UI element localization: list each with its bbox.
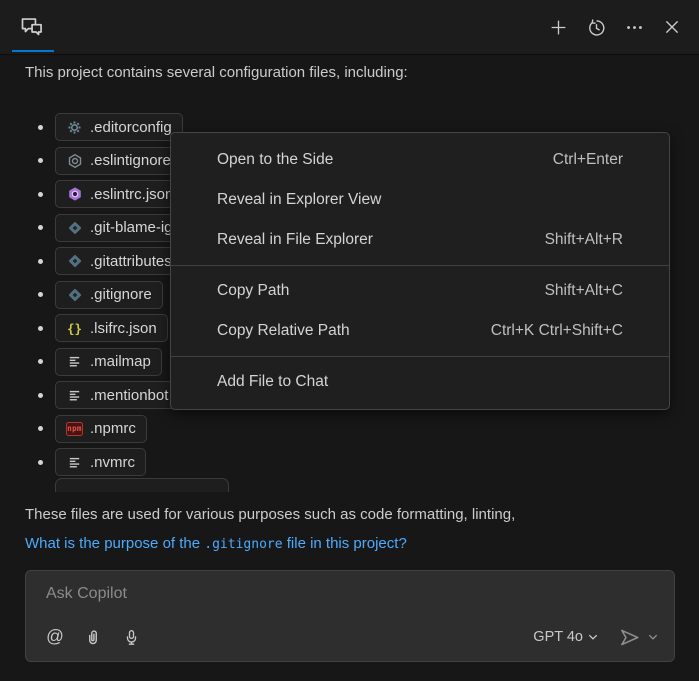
model-picker[interactable]: GPT 4o — [533, 629, 598, 645]
close-button[interactable] — [659, 14, 685, 40]
json-icon: {} — [66, 320, 83, 337]
file-chip-label: .editorconfig — [90, 119, 172, 136]
new-chat-button[interactable] — [545, 14, 571, 40]
gear-icon — [66, 119, 83, 136]
text-file-icon — [66, 353, 83, 370]
bullet-dot — [25, 292, 55, 297]
file-chip-npmrc[interactable]: npm .npmrc — [55, 415, 147, 443]
microphone-icon — [123, 629, 140, 646]
send-icon — [618, 626, 641, 649]
bullet-dot — [25, 158, 55, 163]
chat-input-placeholder: Ask Copilot — [46, 585, 127, 603]
file-chip-label: .eslintrc.json — [90, 186, 173, 203]
chevron-down-icon — [648, 633, 658, 641]
file-chip-label: .nvmrc — [90, 454, 135, 471]
file-chip-gitattributes[interactable]: .gitattributes — [55, 247, 183, 275]
file-chip-editorconfig[interactable]: .editorconfig — [55, 113, 183, 141]
send-button[interactable] — [618, 626, 641, 649]
tab-copilot-chat[interactable] — [14, 0, 49, 54]
bullet-dot — [25, 460, 55, 465]
assistant-message-outro: These files are used for various purpose… — [25, 504, 685, 526]
file-chip-label: .gitignore — [90, 286, 152, 303]
copilot-chat-icon — [18, 14, 45, 41]
bullet-dot — [25, 225, 55, 230]
menu-item-add-file-to-chat[interactable]: Add File to Chat — [171, 362, 669, 402]
file-chip-mentionbot[interactable]: .mentionbot — [55, 381, 179, 409]
more-actions-button[interactable] — [621, 14, 647, 40]
inline-code-gitignore: .gitignore — [204, 537, 282, 552]
ellipsis-icon — [625, 18, 644, 37]
text-file-icon — [66, 387, 83, 404]
bullet-dot — [25, 192, 55, 197]
send-button-group — [618, 626, 658, 649]
bullet-dot — [25, 426, 55, 431]
file-chip-partial — [55, 478, 229, 492]
file-chip-mailmap[interactable]: .mailmap — [55, 348, 162, 376]
followup-suggestion-link[interactable]: What is the purpose of the .gitignore fi… — [25, 535, 407, 552]
eslint-gray-icon — [66, 152, 83, 169]
file-chip-label: .eslintignore — [90, 152, 171, 169]
attach-file-button[interactable] — [78, 623, 108, 651]
file-chip-lsifrc-json[interactable]: {} .lsifrc.json — [55, 314, 168, 342]
menu-item-copy-relative-path[interactable]: Copy Relative Path Ctrl+K Ctrl+Shift+C — [171, 311, 669, 351]
file-chip-label: .npmrc — [90, 420, 136, 437]
file-chip-label: .mentionbot — [90, 387, 168, 404]
titlebar-actions — [545, 14, 685, 40]
npm-icon: npm — [66, 420, 83, 437]
chat-input-toolbar: @ GPT 4o — [40, 622, 658, 652]
menu-item-reveal-in-explorer-view[interactable]: Reveal in Explorer View — [171, 180, 669, 220]
eslint-purple-icon — [66, 186, 83, 203]
file-chip-label: .mailmap — [90, 353, 151, 370]
git-file-icon — [66, 286, 83, 303]
list-item: .nvmrc — [25, 448, 214, 476]
shortcut-label: Shift+Alt+C — [545, 282, 623, 300]
bullet-dot — [25, 326, 55, 331]
bullet-dot — [25, 359, 55, 364]
chat-input[interactable]: Ask Copilot @ GPT 4o — [25, 570, 675, 662]
file-chip-eslintignore[interactable]: .eslintignore — [55, 147, 182, 175]
assistant-message-intro: This project contains several configurat… — [25, 62, 685, 84]
git-file-icon — [66, 219, 83, 236]
model-picker-label: GPT 4o — [533, 629, 583, 645]
file-chip-label: .lsifrc.json — [90, 320, 157, 337]
menu-separator — [171, 356, 669, 357]
plus-icon — [549, 18, 568, 37]
file-chip-label: .gitattributes — [90, 253, 172, 270]
paperclip-icon — [84, 628, 102, 646]
at-icon: @ — [46, 628, 64, 646]
send-options-button[interactable] — [648, 633, 658, 641]
menu-item-open-to-side[interactable]: Open to the Side Ctrl+Enter — [171, 140, 669, 180]
file-chip-gitignore[interactable]: .gitignore — [55, 281, 163, 309]
mention-context-button[interactable]: @ — [40, 623, 70, 651]
close-icon — [663, 18, 681, 36]
voice-input-button[interactable] — [116, 623, 146, 651]
git-file-icon — [66, 253, 83, 270]
bullet-dot — [25, 393, 55, 398]
history-button[interactable] — [583, 14, 609, 40]
menu-item-copy-path[interactable]: Copy Path Shift+Alt+C — [171, 271, 669, 311]
bullet-dot — [25, 259, 55, 264]
shortcut-label: Ctrl+Enter — [553, 151, 623, 169]
active-tab-indicator — [12, 50, 54, 53]
list-item: npm .npmrc — [25, 415, 214, 443]
file-chip-nvmrc[interactable]: .nvmrc — [55, 448, 146, 476]
history-icon — [587, 18, 606, 37]
shortcut-label: Ctrl+K Ctrl+Shift+C — [491, 322, 623, 340]
file-chip-eslintrc-json[interactable]: .eslintrc.json — [55, 180, 184, 208]
text-file-icon — [66, 454, 83, 471]
context-menu: Open to the Side Ctrl+Enter Reveal in Ex… — [170, 132, 670, 410]
menu-item-reveal-in-file-explorer[interactable]: Reveal in File Explorer Shift+Alt+R — [171, 220, 669, 260]
panel-titlebar — [0, 0, 699, 55]
menu-separator — [171, 265, 669, 266]
bullet-dot — [25, 125, 55, 130]
shortcut-label: Shift+Alt+R — [545, 231, 623, 249]
chevron-down-icon — [588, 633, 598, 641]
